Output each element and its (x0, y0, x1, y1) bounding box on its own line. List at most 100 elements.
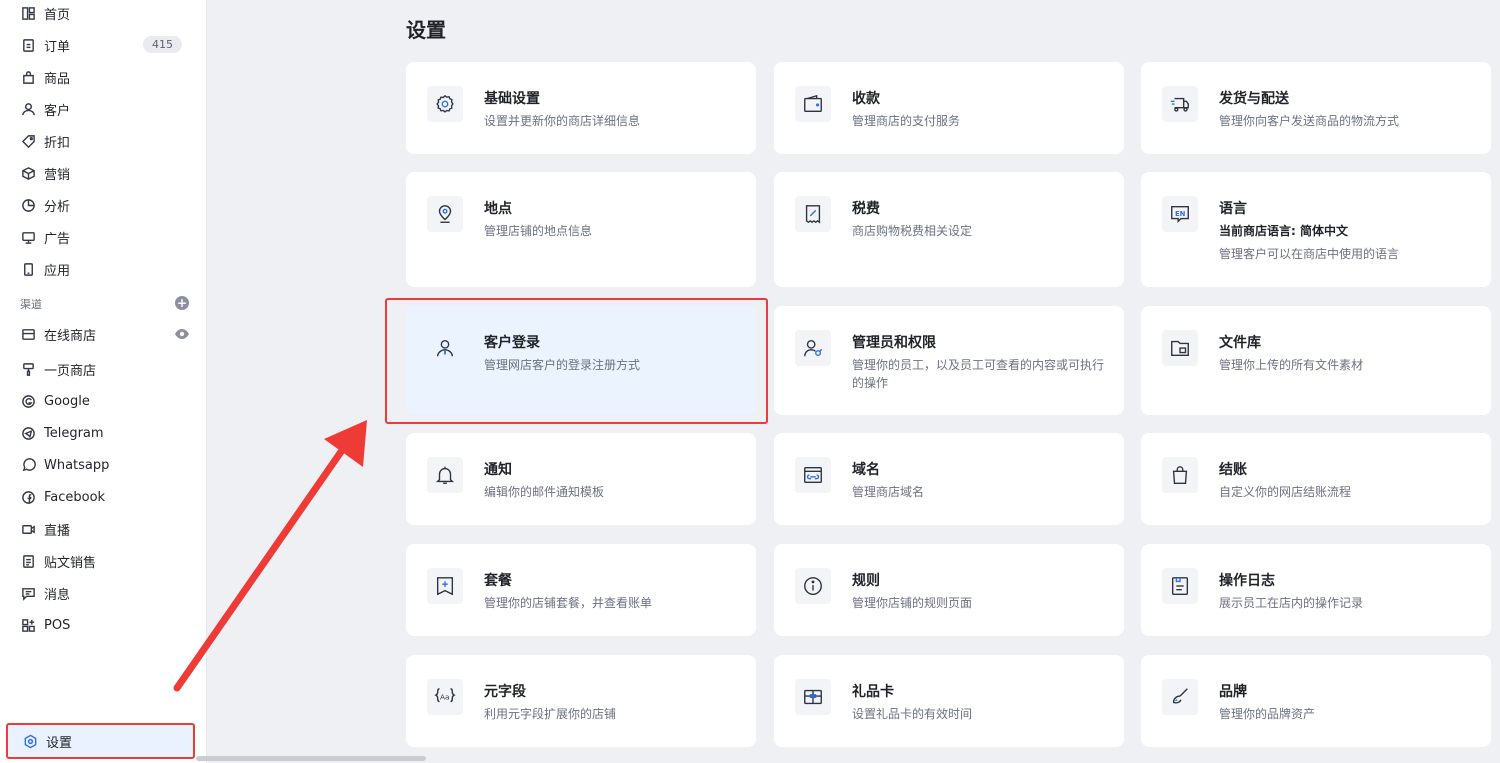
card-desc: 商店购物税费相关设定 (852, 224, 973, 238)
sidebar-item-google[interactable]: Google (0, 385, 207, 417)
svg-text:Aa: Aa (440, 692, 450, 701)
sidebar-item-label: Whatsapp (44, 457, 110, 473)
sidebar-item-label: 在线商店 (44, 328, 97, 344)
page-title: 设置 (406, 18, 446, 42)
card-taxes[interactable]: 税费 商店购物税费相关设定 (774, 172, 1124, 287)
card-domains[interactable]: 域名 管理商店域名 (774, 433, 1124, 525)
card-desc: 设置礼品卡的有效时间 (852, 707, 973, 721)
card-desc: 管理你的员工，以及员工可查看的内容或可执行的操作 (852, 358, 1105, 390)
sidebar-item-ads[interactable]: 广告 (0, 221, 207, 253)
card-title: 收款 (852, 91, 880, 107)
pie-icon (20, 197, 36, 213)
card-gift-cards[interactable]: 礼品卡 设置礼品卡的有效时间 (774, 655, 1124, 747)
card-language[interactable]: EN 语言 当前商店语言: 简体中文 管理客户可以在商店中使用的语言 (1141, 172, 1491, 287)
sidebar-item-telegram[interactable]: Telegram (0, 417, 207, 449)
log-icon (1162, 568, 1198, 604)
card-activity-log[interactable]: 操作日志 展示员工在店内的操作记录 (1141, 544, 1491, 636)
card-file-library[interactable]: 文件库 管理你上传的所有文件素材 (1141, 306, 1491, 415)
card-desc: 管理你的店铺套餐，并查看账单 (484, 596, 653, 610)
sidebar-item-label: 应用 (44, 263, 71, 279)
receipt-icon (795, 196, 831, 232)
cube-icon (20, 165, 36, 181)
card-desc: 自定义你的网店结账流程 (1219, 485, 1352, 499)
sidebar: 首页 订单 415 商品 客户 折扣 营销 分析 广告 应用 渠道 + 在线商店 (0, 0, 207, 763)
user-icon (20, 101, 36, 117)
card-title: 税费 (852, 201, 880, 217)
card-basic-settings[interactable]: 基础设置 设置并更新你的商店详细信息 (406, 62, 756, 154)
eye-icon[interactable] (174, 326, 190, 342)
add-channel-button[interactable]: + (175, 296, 189, 310)
sidebar-item-customers[interactable]: 客户 (0, 93, 207, 125)
post-icon (20, 553, 36, 569)
sidebar-item-label: 分析 (44, 199, 71, 215)
card-title: 套餐 (484, 573, 512, 589)
card-desc: 展示员工在店内的操作记录 (1219, 596, 1364, 610)
horizontal-scrollbar[interactable] (196, 756, 426, 761)
card-title: 规则 (852, 573, 880, 589)
sidebar-item-whatsapp[interactable]: Whatsapp (0, 449, 207, 481)
sidebar-item-messages[interactable]: 消息 (0, 577, 207, 609)
sidebar-item-label: 贴文销售 (44, 555, 97, 571)
google-icon (20, 393, 36, 409)
truck-icon (1162, 86, 1198, 122)
checkout-icon (1162, 457, 1198, 493)
card-title: 域名 (852, 462, 880, 478)
card-payments[interactable]: 收款 管理商店的支付服务 (774, 62, 1124, 154)
card-customer-login[interactable]: 客户登录 管理网店客户的登录注册方式 (406, 306, 756, 415)
sidebar-item-label: POS (44, 617, 71, 633)
sidebar-item-marketing[interactable]: 营销 (0, 157, 207, 189)
metafield-icon: Aa (427, 679, 463, 715)
sidebar-item-label: 直播 (44, 523, 71, 539)
sidebar-item-label: 客户 (44, 103, 71, 119)
monitor-icon (20, 229, 36, 245)
sidebar-item-label: 折扣 (44, 135, 71, 151)
card-checkout[interactable]: 结账 自定义你的网店结账流程 (1141, 433, 1491, 525)
tag-icon (20, 133, 36, 149)
card-title: 管理员和权限 (852, 335, 936, 351)
sidebar-item-label: 首页 (44, 7, 71, 23)
sidebar-item-online-store[interactable]: 在线商店 (0, 318, 207, 350)
location-icon (427, 196, 463, 232)
sidebar-item-pos[interactable]: POS (0, 609, 207, 641)
card-title: 元字段 (484, 684, 526, 700)
facebook-icon (20, 489, 36, 505)
sidebar-item-label: 订单 (44, 39, 71, 55)
sidebar-item-analytics[interactable]: 分析 (0, 189, 207, 221)
card-shipping[interactable]: 发货与配送 管理你向客户发送商品的物流方式 (1141, 62, 1491, 154)
sidebar-item-settings[interactable]: 设置 (6, 723, 195, 759)
card-title: 文件库 (1219, 335, 1261, 351)
sidebar-item-live[interactable]: 直播 (0, 513, 207, 545)
card-desc: 管理你向客户发送商品的物流方式 (1219, 114, 1400, 128)
wallet-icon (795, 86, 831, 122)
sidebar-item-discounts[interactable]: 折扣 (0, 125, 207, 157)
sidebar-item-products[interactable]: 商品 (0, 61, 207, 93)
store-icon (20, 326, 36, 342)
card-metafields[interactable]: Aa 元字段 利用元字段扩展你的店铺 (406, 655, 756, 747)
card-desc: 管理你上传的所有文件素材 (1219, 358, 1364, 372)
card-desc: 管理店铺的地点信息 (484, 224, 593, 238)
plan-icon (427, 568, 463, 604)
order-count-badge: 415 (143, 36, 182, 53)
card-desc: 编辑你的邮件通知模板 (484, 485, 605, 499)
sidebar-item-facebook[interactable]: Facebook (0, 481, 207, 513)
customer-login-icon (427, 330, 463, 366)
card-policies[interactable]: 规则 管理你店铺的规则页面 (774, 544, 1124, 636)
sidebar-item-apps[interactable]: 应用 (0, 253, 207, 285)
sidebar-item-post-sales[interactable]: 贴文销售 (0, 545, 207, 577)
folder-icon (1162, 330, 1198, 366)
card-locations[interactable]: 地点 管理店铺的地点信息 (406, 172, 756, 287)
sidebar-item-home[interactable]: 首页 (0, 0, 207, 29)
card-desc: 管理商店域名 (852, 485, 925, 499)
sidebar-item-label: 商品 (44, 71, 71, 87)
sidebar-item-orders[interactable]: 订单 415 (0, 29, 207, 61)
card-admins-permissions[interactable]: 管理员和权限 管理你的员工，以及员工可查看的内容或可执行的操作 (774, 306, 1124, 415)
card-brand[interactable]: 品牌 管理你的品牌资产 (1141, 655, 1491, 747)
domain-icon (795, 457, 831, 493)
sidebar-item-label: Google (44, 393, 90, 409)
card-notifications[interactable]: 通知 编辑你的邮件通知模板 (406, 433, 756, 525)
svg-text:EN: EN (1175, 210, 1186, 218)
phone-icon (20, 261, 36, 277)
sidebar-item-label: 设置 (46, 735, 73, 751)
sidebar-item-one-page-store[interactable]: 一页商店 (0, 353, 207, 385)
card-plan[interactable]: 套餐 管理你的店铺套餐，并查看账单 (406, 544, 756, 636)
